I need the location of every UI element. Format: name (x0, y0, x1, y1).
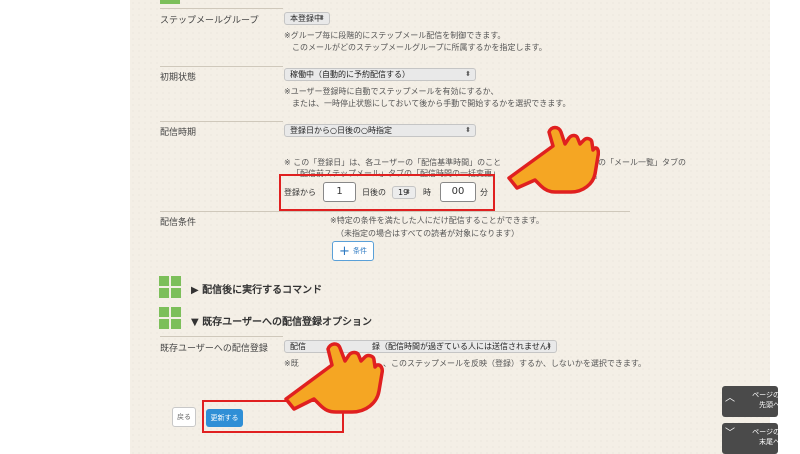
hour-select[interactable]: 19 ⬍ (392, 186, 416, 199)
days-after-label: 日後の (362, 188, 386, 197)
chevron-down-icon: ﹀ (725, 428, 735, 439)
row-divider (160, 121, 283, 122)
row-divider (160, 211, 630, 212)
timing-from-label: 登録から (284, 188, 316, 197)
chevron-down-icon: ⬍ (465, 70, 471, 78)
left-margin (0, 0, 130, 454)
step-group-value: 本登録中 (290, 14, 322, 23)
existing-users-note-suffix: 、このステップメールを反映（登録）するか、しないかを選択できます。 (383, 359, 647, 368)
chevron-down-icon: ⬍ (319, 14, 325, 22)
section-grid-icon (159, 276, 181, 298)
scroll-to-bottom-label: ページの 末尾へ (752, 428, 780, 446)
days-input[interactable]: 1 (323, 182, 356, 202)
chevron-down-icon: ⬍ (405, 188, 411, 196)
update-button[interactable]: 更新する (206, 409, 243, 427)
add-condition-button[interactable]: + 条件 (332, 241, 374, 261)
plus-icon: + (339, 243, 350, 259)
chevron-down-icon: ⬍ (465, 126, 471, 134)
existing-users-label: 既存ユーザーへの配信登録 (160, 344, 268, 354)
chevron-down-icon: ⬍ (546, 342, 552, 350)
row-divider (160, 336, 283, 337)
initial-state-label: 初期状態 (160, 73, 197, 83)
scroll-to-top-button[interactable]: ︿ ページの 先頭へ (722, 386, 780, 417)
minute-label: 分 (480, 188, 488, 197)
minute-input[interactable]: 00 (440, 182, 476, 202)
hour-label: 時 (423, 188, 431, 197)
chevron-up-icon: ︿ (725, 393, 735, 404)
timing-note-1: ※ この「登録日」は、各ユーザーの「配信基準時間」のこと (284, 158, 502, 167)
step-group-note-1: ※グループ毎に段階的にステップメール配信を制御できます。 (284, 31, 506, 40)
step-group-label: ステップメールグループ (160, 16, 259, 26)
conditions-note-2: （未指定の場合はすべての読者が対象になります） (336, 229, 520, 238)
section-grid-icon (159, 307, 181, 329)
timing-value: 登録日から○日後の○時指定 (290, 126, 392, 135)
timing-select[interactable]: 登録日から○日後の○時指定 ⬍ (284, 124, 476, 137)
conditions-label: 配信条件 (160, 218, 197, 228)
row-divider (160, 8, 283, 9)
step-group-select[interactable]: 本登録中 ⬍ (284, 12, 330, 25)
section-icon-partial (160, 0, 180, 4)
step-group-note-2: このメールがどのステップメールグループに所属するかを指定します。 (292, 43, 547, 52)
pointing-hand-icon (507, 125, 600, 194)
initial-state-note-1: ※ユーザー登録時に自動でステップメールを有効にするか、 (284, 87, 499, 96)
post-command-toggle[interactable]: ▶ 配信後に実行するコマンド (191, 281, 322, 296)
initial-state-select[interactable]: 稼働中（自動的に予約配信する） ⬍ (284, 68, 476, 81)
pointing-hand-icon (284, 342, 384, 414)
timing-note-2: の「メール一覧」タブの (598, 158, 686, 167)
scroll-to-bottom-button[interactable]: ﹀ ページの 末尾へ (722, 423, 780, 454)
conditions-note-1: ※特定の条件を満たした人にだけ配信することができます。 (330, 216, 544, 225)
initial-state-value: 稼働中（自動的に予約配信する） (290, 70, 410, 79)
back-button[interactable]: 戻る (172, 407, 196, 427)
row-divider (160, 66, 283, 67)
existing-users-value-suffix: 録（配信時間が過ぎている人には送信されません） (372, 342, 556, 351)
timing-label: 配信時期 (160, 128, 197, 138)
add-condition-label: 条件 (352, 247, 367, 255)
scroll-to-top-label: ページの 先頭へ (752, 391, 780, 409)
